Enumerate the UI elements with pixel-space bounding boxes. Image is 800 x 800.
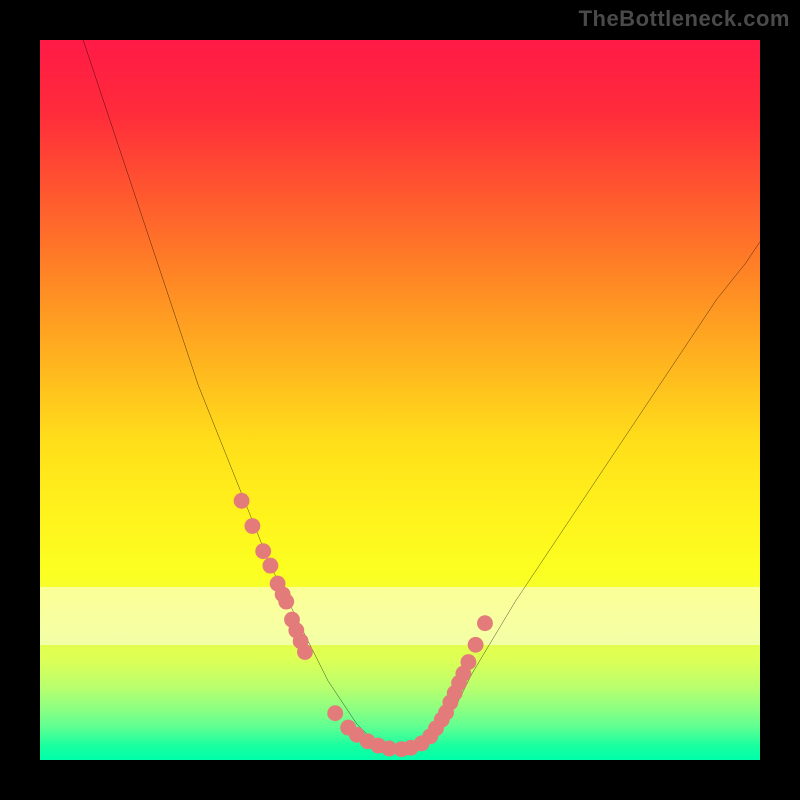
watermark-label: TheBottleneck.com xyxy=(579,6,790,32)
gradient-background xyxy=(40,40,760,760)
plot-area xyxy=(40,40,760,760)
chart-frame: TheBottleneck.com xyxy=(0,0,800,800)
